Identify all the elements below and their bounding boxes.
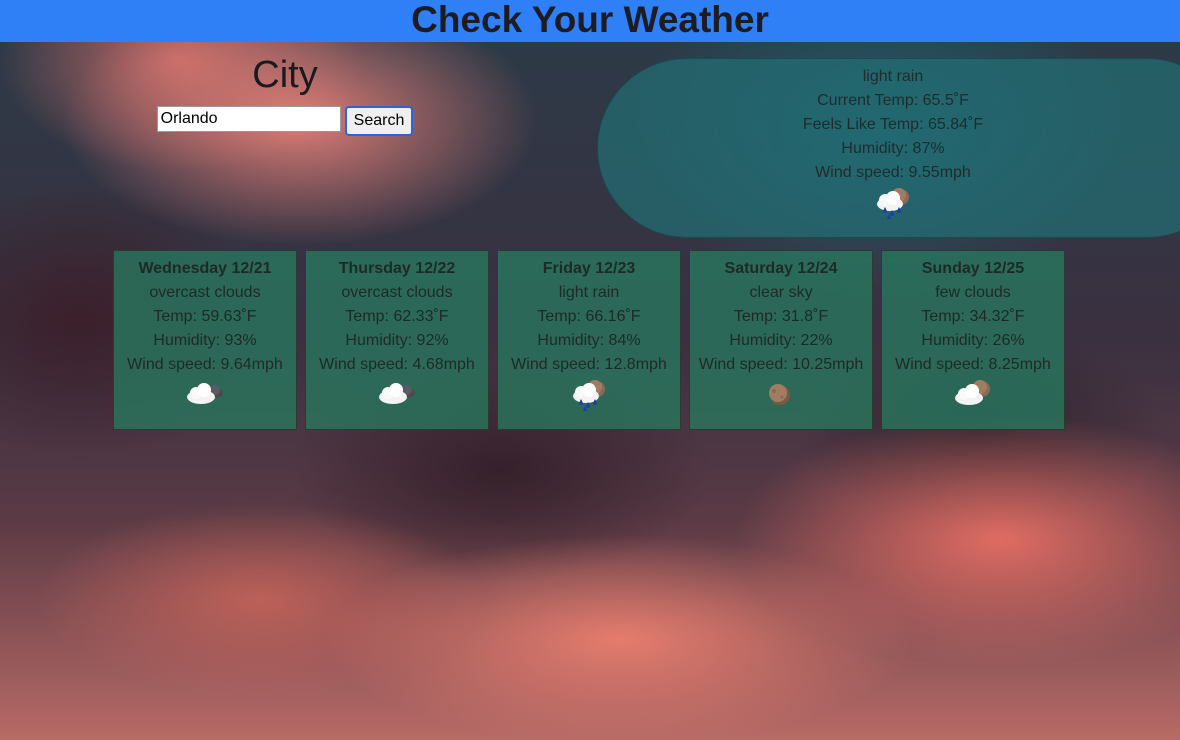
forecast-temp: Temp: 66.16˚F [537, 308, 641, 325]
forecast-description: clear sky [749, 284, 813, 301]
cloud-moon-icon [379, 383, 415, 404]
forecast-day: Friday 12/23 [542, 260, 636, 277]
rain-cloud-icon [877, 188, 909, 219]
forecast-temp: Temp: 31.8˚F [733, 308, 829, 325]
forecast-temp: Temp: 62.33˚F [345, 308, 449, 325]
forecast-card: Saturday 12/24 clear sky Temp: 31.8˚F Hu… [689, 250, 873, 430]
header-bar: Check Your Weather [0, 0, 1180, 42]
forecast-card: Thursday 12/22 overcast clouds Temp: 62.… [305, 250, 489, 430]
city-search-input[interactable] [156, 106, 341, 132]
forecast-description: overcast clouds [149, 284, 261, 301]
forecast-description: overcast clouds [341, 284, 453, 301]
city-search-panel: City Search [150, 52, 420, 136]
forecast-humidity: Humidity: 93% [153, 332, 257, 349]
forecast-humidity: Humidity: 92% [345, 332, 449, 349]
forecast-card: Wednesday 12/21 overcast clouds Temp: 59… [113, 250, 297, 430]
forecast-description: few clouds [935, 284, 1011, 301]
forecast-day: Wednesday 12/21 [138, 260, 272, 277]
cloud-moon-icon [955, 380, 990, 405]
forecast-humidity: Humidity: 26% [921, 332, 1025, 349]
city-label: City [252, 54, 318, 96]
current-humidity: Humidity: 87% [841, 140, 945, 157]
forecast-humidity: Humidity: 84% [537, 332, 641, 349]
forecast-wind-speed: Wind speed: 8.25mph [895, 356, 1051, 373]
forecast-day: Thursday 12/22 [338, 260, 456, 277]
current-temp: Current Temp: 65.5˚F [817, 92, 969, 109]
forecast-temp: Temp: 59.63˚F [153, 308, 257, 325]
forecast-wind-speed: Wind speed: 12.8mph [511, 356, 667, 373]
current-description: light rain [862, 68, 924, 85]
current-feels-like: Feels Like Temp: 65.84˚F [802, 116, 984, 133]
forecast-wind-speed: Wind speed: 9.64mph [127, 356, 283, 373]
page-title: Check Your Weather [411, 0, 769, 40]
search-button[interactable]: Search [344, 106, 414, 136]
forecast-description: light rain [558, 284, 620, 301]
search-row: Search [150, 106, 420, 136]
current-weather-details: light rain Current Temp: 65.5˚F Feels Li… [598, 65, 1180, 219]
cloud-moon-icon [187, 383, 223, 404]
forecast-row: Wednesday 12/21 overcast clouds Temp: 59… [113, 250, 1065, 430]
forecast-wind-speed: Wind speed: 4.68mph [319, 356, 475, 373]
current-wind-speed: Wind speed: 9.55mph [815, 164, 971, 181]
forecast-card: Sunday 12/25 few clouds Temp: 34.32˚F Hu… [881, 250, 1065, 430]
moon-icon [769, 384, 790, 405]
rain-cloud-icon [573, 380, 605, 411]
forecast-humidity: Humidity: 22% [729, 332, 833, 349]
forecast-temp: Temp: 34.32˚F [921, 308, 1025, 325]
forecast-card: Friday 12/23 light rain Temp: 66.16˚F Hu… [497, 250, 681, 430]
forecast-day: Saturday 12/24 [724, 260, 838, 277]
forecast-day: Sunday 12/25 [921, 260, 1025, 277]
current-weather-card: light rain Current Temp: 65.5˚F Feels Li… [597, 58, 1180, 238]
forecast-wind-speed: Wind speed: 10.25mph [698, 356, 864, 373]
